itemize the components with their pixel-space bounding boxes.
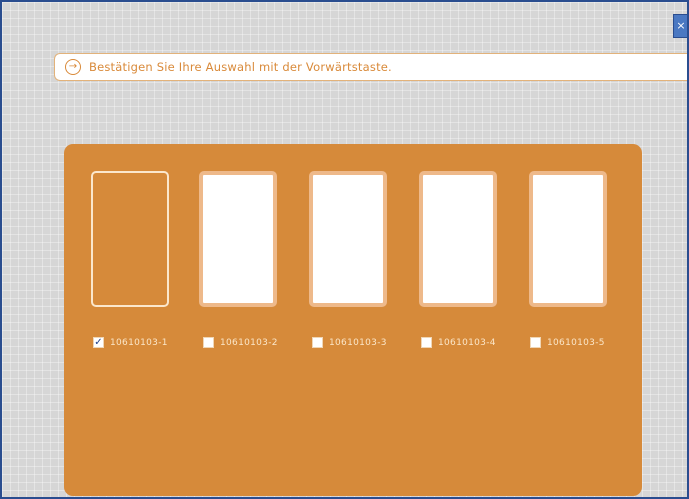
option-1[interactable]: ✓ 10610103-1 <box>93 337 168 348</box>
card-option-4[interactable] <box>419 171 497 307</box>
card-option-1[interactable] <box>91 171 169 307</box>
close-icon: × <box>676 19 686 32</box>
option-2[interactable]: 10610103-2 <box>203 337 278 348</box>
option-4[interactable]: 10610103-4 <box>421 337 496 348</box>
card-option-2[interactable] <box>199 171 277 307</box>
arrow-circle-icon: → <box>65 59 81 75</box>
card-option-3[interactable] <box>309 171 387 307</box>
checkbox-option-3[interactable] <box>312 337 323 348</box>
option-label: 10610103-3 <box>329 337 387 348</box>
option-label: 10610103-4 <box>438 337 496 348</box>
checkbox-option-1[interactable]: ✓ <box>93 337 104 348</box>
option-label: 10610103-1 <box>110 337 168 348</box>
option-3[interactable]: 10610103-3 <box>312 337 387 348</box>
checkbox-option-2[interactable] <box>203 337 214 348</box>
option-label: 10610103-2 <box>220 337 278 348</box>
close-button[interactable]: × <box>673 14 687 38</box>
selection-panel: ✓ 10610103-1 10610103-2 10610103-3 10610… <box>64 144 642 496</box>
dialog-frame: × → Bestätigen Sie Ihre Auswahl mit der … <box>0 0 689 499</box>
option-5[interactable]: 10610103-5 <box>530 337 605 348</box>
card-option-5[interactable] <box>529 171 607 307</box>
checkbox-option-5[interactable] <box>530 337 541 348</box>
instruction-text: Bestätigen Sie Ihre Auswahl mit der Vorw… <box>89 60 392 74</box>
option-label: 10610103-5 <box>547 337 605 348</box>
instruction-bar: → Bestätigen Sie Ihre Auswahl mit der Vo… <box>54 53 687 81</box>
checkbox-option-4[interactable] <box>421 337 432 348</box>
